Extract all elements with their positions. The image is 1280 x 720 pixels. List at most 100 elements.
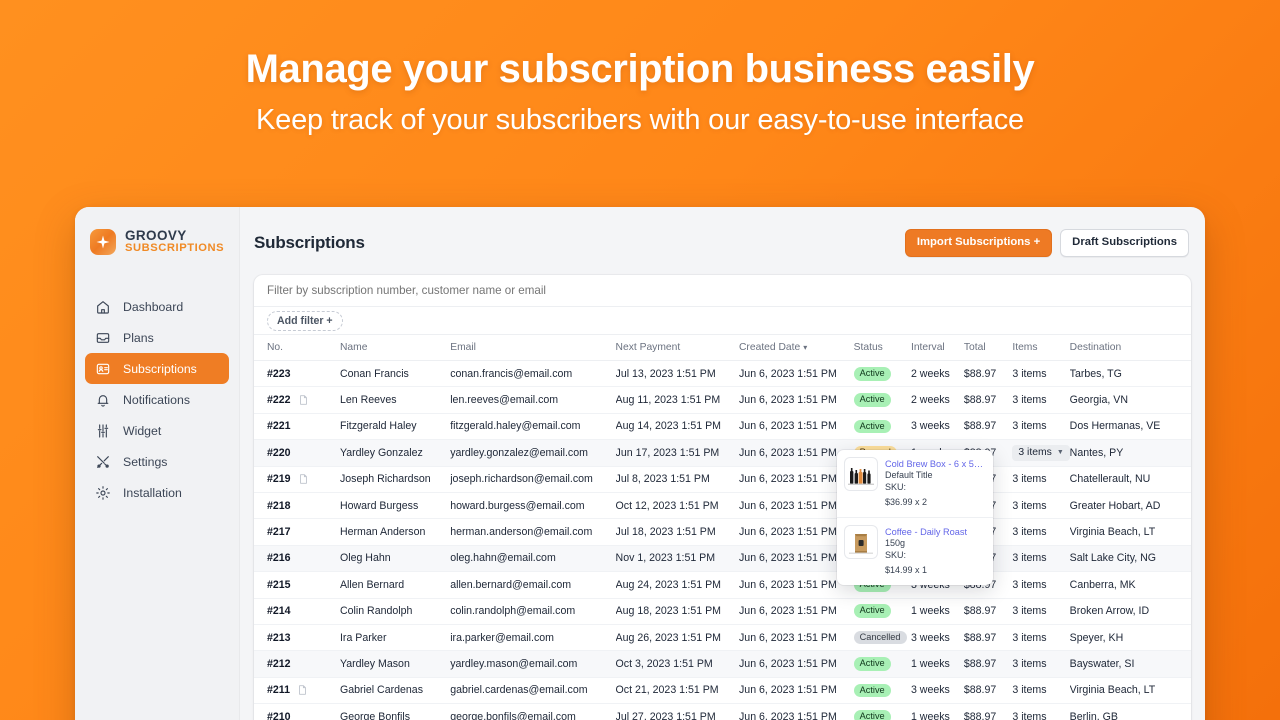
sidebar: GROOVY SUBSCRIPTIONS Dashboard Plans Subsc… [75, 207, 240, 720]
cell-interval: 1 weeks [910, 598, 964, 625]
table-row[interactable]: #218 Howard Burgess howard.burgess@email.c… [254, 492, 1191, 520]
col-header-items[interactable]: Items [1012, 335, 1070, 361]
app-logo[interactable]: GROOVY SUBSCRIPTIONS [75, 229, 239, 255]
table-header: No. Name Email Next Payment Created Date… [254, 335, 1191, 361]
cell-name: George Bonfils [339, 703, 451, 720]
col-header-total[interactable]: Total [963, 335, 1013, 361]
items-count: 3 items [1012, 657, 1047, 670]
subscription-number[interactable]: #210 [267, 711, 291, 720]
draft-subscriptions-button[interactable]: Draft Subscriptions [1060, 229, 1189, 257]
col-header-name[interactable]: Name [339, 335, 451, 361]
document-icon[interactable] [297, 684, 308, 696]
col-header-destination[interactable]: Destination [1069, 335, 1191, 361]
cell-destination: Dos Hermanas, VE [1069, 413, 1191, 441]
subscription-number[interactable]: #221 [267, 420, 291, 432]
cell-name: Ira Parker [339, 624, 451, 652]
col-header-created-date[interactable]: Created Date ▾ [739, 335, 854, 361]
sidebar-item-plans[interactable]: Plans [85, 322, 229, 353]
cell-items: 3 items [1012, 386, 1070, 414]
sidebar-item-widget[interactable]: Widget [85, 415, 229, 446]
cell-next-payment: Jul 27, 2023 1:51 PM [615, 703, 739, 720]
subscription-number[interactable]: #223 [267, 368, 291, 380]
table-row[interactable]: #211 Gabriel Cardenas gabriel.cardenas@ema… [254, 677, 1191, 705]
product-title-link[interactable]: Coffee - Daily Roast [885, 526, 967, 538]
cell-name: Yardley Mason [339, 650, 451, 678]
cell-name: Colin Randolph [339, 598, 451, 625]
col-header-interval[interactable]: Interval [910, 335, 964, 361]
items-count: 3 items [1012, 552, 1047, 565]
col-header-created-date-label: Created Date [739, 342, 801, 353]
cell-total: $88.97 [963, 703, 1013, 720]
add-filter-row: Add filter + [254, 307, 1191, 335]
subscription-number[interactable]: #220 [267, 447, 291, 459]
cell-total: $88.97 [963, 650, 1013, 678]
cell-status: Active [853, 386, 911, 414]
col-header-next-payment[interactable]: Next Payment [615, 335, 739, 361]
cell-created-date: Jun 6, 2023 1:51 PM [739, 386, 854, 414]
cell-total: $88.97 [963, 624, 1013, 652]
add-filter-button[interactable]: Add filter + [267, 310, 343, 331]
cell-no: #217 [254, 518, 340, 546]
cell-destination: Canberra, MK [1069, 571, 1191, 599]
search-row [254, 275, 1191, 307]
product-title-link[interactable]: Cold Brew Box - 6 x 500ml [885, 458, 985, 470]
home-icon [95, 299, 111, 315]
document-icon[interactable] [298, 394, 309, 406]
status-badge: Active [853, 366, 891, 381]
import-subscriptions-button[interactable]: Import Subscriptions + [904, 229, 1053, 257]
table-row[interactable]: #213 Ira Parker ira.parker@email.com Aug 26… [254, 624, 1191, 652]
subscription-number[interactable]: #214 [267, 605, 291, 617]
search-input[interactable] [267, 284, 1178, 297]
table-row[interactable]: #212 Yardley Mason yardley.mason@email.com… [254, 650, 1191, 678]
table-row[interactable]: #214 Colin Randolph colin.randolph@email.c… [254, 598, 1191, 625]
cell-name: Howard Burgess [339, 492, 451, 520]
sidebar-item-dashboard[interactable]: Dashboard [85, 291, 229, 322]
cell-email: len.reeves@email.com [450, 386, 616, 414]
id-card-icon [95, 361, 111, 377]
cell-destination: Chatellerault, NU [1069, 466, 1191, 493]
subscription-number[interactable]: #216 [267, 552, 291, 564]
cell-no: #218 [254, 492, 340, 520]
subscription-number[interactable]: #212 [267, 658, 291, 670]
subscription-number[interactable]: #222 [267, 394, 291, 406]
cell-next-payment: Jul 13, 2023 1:51 PM [615, 360, 739, 388]
items-dropdown-trigger[interactable]: 3 items ▼ [1012, 444, 1070, 461]
table-row[interactable]: #221 Fitzgerald Haley fitzgerald.haley@ema… [254, 413, 1191, 441]
sidebar-item-installation[interactable]: Installation [85, 477, 229, 508]
table-row[interactable]: #216 Oleg Hahn oleg.hahn@email.com Nov 1, 2… [254, 545, 1191, 573]
col-header-no[interactable]: No. [254, 335, 340, 361]
hero-subheadline: Keep track of your subscribers with our … [256, 104, 1024, 136]
cell-items: 3 items [1012, 466, 1070, 493]
subscription-number[interactable]: #218 [267, 500, 291, 512]
sidebar-item-settings[interactable]: Settings [85, 446, 229, 477]
status-badge: Cancelled [853, 630, 907, 645]
subscription-number[interactable]: #215 [267, 579, 291, 591]
cell-status: Active [853, 703, 911, 720]
table-row[interactable]: #219 Joseph Richardson joseph.richardson@e… [254, 466, 1191, 493]
cell-next-payment: Nov 1, 2023 1:51 PM [615, 545, 739, 573]
subscription-number[interactable]: #211 [267, 684, 290, 696]
logo-line-2: SUBSCRIPTIONS [125, 242, 225, 255]
sidebar-item-notifications[interactable]: Notifications [85, 384, 229, 415]
sliders-icon [95, 423, 111, 439]
subscription-number[interactable]: #219 [267, 473, 291, 485]
table-row[interactable]: #222 Len Reeves len.reeves@email.com Aug 11… [254, 386, 1191, 414]
table-row[interactable]: #220 Yardley Gonzalez yardley.gonzalez@ema… [254, 439, 1191, 467]
bell-icon [95, 392, 111, 408]
subscription-number[interactable]: #213 [267, 632, 291, 644]
col-header-status[interactable]: Status [853, 335, 911, 361]
popup-product-item: Cold Brew Box - 6 x 500ml Default Title SK… [837, 450, 993, 517]
table-row[interactable]: #215 Allen Bernard allen.bernard@email.com… [254, 571, 1191, 599]
sidebar-item-subscriptions[interactable]: Subscriptions [85, 353, 229, 384]
cell-no: #220 [254, 439, 340, 467]
document-icon[interactable] [298, 473, 309, 485]
cell-destination: Virginia Beach, LT [1069, 677, 1191, 705]
header-actions: Import Subscriptions + Draft Subscriptio… [904, 229, 1189, 257]
table-row[interactable]: #217 Herman Anderson herman.anderson@email… [254, 518, 1191, 546]
subscription-number[interactable]: #217 [267, 526, 291, 538]
cell-email: ira.parker@email.com [450, 624, 616, 652]
table-row[interactable]: #210 George Bonfils george.bonfils@email.c… [254, 703, 1191, 720]
table-row[interactable]: #223 Conan Francis conan.francis@email.com… [254, 360, 1191, 388]
col-header-email[interactable]: Email [450, 335, 616, 361]
status-badge: Active [853, 419, 891, 434]
